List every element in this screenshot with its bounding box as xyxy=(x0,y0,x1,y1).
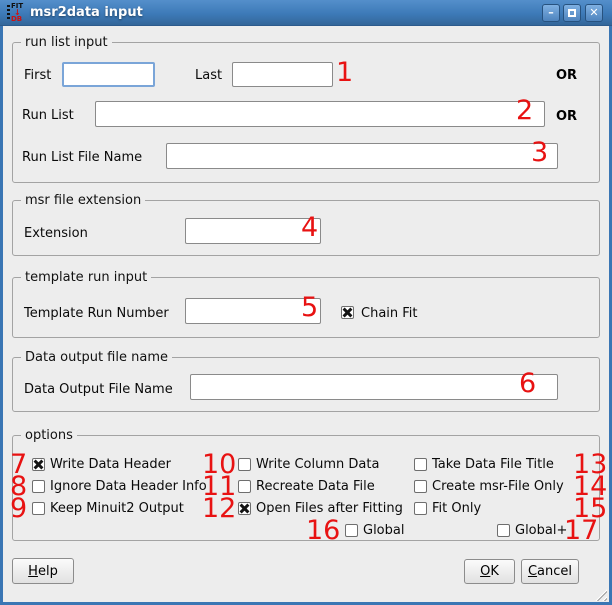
ignore-data-header-info-label: Ignore Data Header Info xyxy=(50,479,207,494)
write-data-header-checkbox[interactable] xyxy=(32,458,45,471)
annotation-6: 6 xyxy=(519,370,536,398)
cancel-button[interactable]: Cancel xyxy=(521,559,579,584)
first-label: First xyxy=(24,68,51,83)
recreate-data-file-checkbox[interactable] xyxy=(238,480,251,493)
last-label: Last xyxy=(195,68,222,83)
group-title-options: options xyxy=(21,428,77,443)
cancel-button-label: ancel xyxy=(537,564,572,579)
app-icon-bars xyxy=(7,5,10,21)
annotation-2: 2 xyxy=(516,97,533,125)
minimize-button[interactable]: – xyxy=(542,4,560,22)
template-run-number-label: Template Run Number xyxy=(24,306,169,321)
open-files-after-fitting-checkbox[interactable] xyxy=(238,502,251,515)
write-column-data-label: Write Column Data xyxy=(256,457,379,472)
global-checkbox[interactable] xyxy=(345,524,358,537)
open-files-after-fitting-label: Open Files after Fitting xyxy=(256,501,403,516)
run-list-label: Run List xyxy=(22,108,74,123)
chain-fit-checkbox[interactable] xyxy=(341,306,354,319)
run-list-file-name-input[interactable] xyxy=(166,143,558,169)
last-input[interactable] xyxy=(232,62,333,87)
annotation-16: 16 xyxy=(306,517,340,545)
first-input[interactable] xyxy=(62,62,155,87)
fit-only-checkbox[interactable] xyxy=(414,502,427,515)
group-title-run-list-input: run list input xyxy=(21,35,112,50)
ignore-data-header-info-checkbox[interactable] xyxy=(32,480,45,493)
annotation-5: 5 xyxy=(301,294,318,322)
annotation-9: 9 xyxy=(10,495,27,523)
app-icon-db-text: DB xyxy=(11,16,22,23)
data-output-file-name-input[interactable] xyxy=(190,374,558,400)
maximize-icon xyxy=(568,9,576,17)
group-title-template-run-input: template run input xyxy=(21,270,151,285)
annotation-3: 3 xyxy=(531,139,548,167)
keep-minuit2-output-checkbox[interactable] xyxy=(32,502,45,515)
maximize-button[interactable] xyxy=(563,4,581,22)
create-msr-file-only-label: Create msr-File Only xyxy=(432,479,564,494)
write-column-data-checkbox[interactable] xyxy=(238,458,251,471)
create-msr-file-only-checkbox[interactable] xyxy=(414,480,427,493)
annotation-1: 1 xyxy=(336,59,353,87)
app-icon: FIT ↓ DB xyxy=(7,3,27,23)
titlebar[interactable]: FIT ↓ DB msr2data input – ✕ xyxy=(0,0,612,26)
or-label-2: OR xyxy=(556,109,577,124)
take-data-file-title-checkbox[interactable] xyxy=(414,458,427,471)
data-output-file-name-label: Data Output File Name xyxy=(24,382,173,397)
help-button-label: elp xyxy=(38,564,58,579)
ok-button-label: K xyxy=(490,564,499,579)
help-button[interactable]: Help xyxy=(12,558,74,584)
help-button-accel: H xyxy=(28,564,38,579)
write-data-header-label: Write Data Header xyxy=(50,457,171,472)
run-list-input[interactable] xyxy=(95,101,545,127)
msr2data-dialog: FIT ↓ DB msr2data input – ✕ run list inp… xyxy=(0,0,612,605)
ok-button-accel: O xyxy=(480,564,490,579)
recreate-data-file-label: Recreate Data File xyxy=(256,479,375,494)
group-title-data-output-file-name: Data output file name xyxy=(21,350,172,365)
annotation-12: 12 xyxy=(202,495,236,523)
global-plus-label: Global+ xyxy=(515,523,567,538)
window-title: msr2data input xyxy=(30,0,143,25)
annotation-17: 17 xyxy=(564,517,598,545)
keep-minuit2-output-label: Keep Minuit2 Output xyxy=(50,501,184,516)
ok-button[interactable]: OK xyxy=(464,559,515,584)
annotation-4: 4 xyxy=(301,214,318,242)
global-label: Global xyxy=(363,523,404,538)
group-title-msr-file-extension: msr file extension xyxy=(21,193,145,208)
run-list-file-name-label: Run List File Name xyxy=(22,150,142,165)
extension-label: Extension xyxy=(24,226,88,241)
cancel-button-accel: C xyxy=(528,564,537,579)
or-label-1: OR xyxy=(556,68,577,83)
take-data-file-title-label: Take Data File Title xyxy=(432,457,554,472)
global-plus-checkbox[interactable] xyxy=(497,524,510,537)
close-button[interactable]: ✕ xyxy=(585,4,603,22)
chain-fit-label: Chain Fit xyxy=(361,306,418,321)
fit-only-label: Fit Only xyxy=(432,501,481,516)
